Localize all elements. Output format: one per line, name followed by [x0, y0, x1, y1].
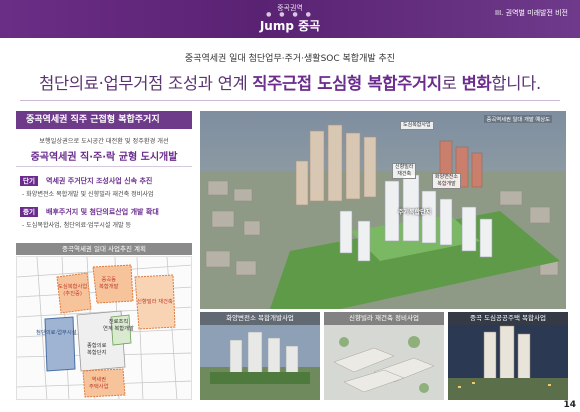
- aerial-callout-a: 도심복합사업: [400, 121, 434, 130]
- thumb-caption: 화양변전소 복합개발사업: [200, 312, 320, 325]
- map-label-d: 진료조직 연계 복합개발: [103, 319, 134, 332]
- map-label-b: 중곡동 복합개발: [99, 277, 119, 290]
- title-end: 합니다.: [491, 74, 541, 93]
- aerial-callout-d: 주거복합단지: [398, 209, 432, 216]
- phase-task-short: 역세권 주거단지 조성사업 신속 추진: [46, 177, 153, 185]
- map-label-a: 도심복합사업 (추진중): [58, 284, 88, 297]
- phase-tag-short: 단기: [20, 176, 38, 186]
- header-banner: 중곡권역 ● ● ● ● Jump 중곡 III. 권역별 미래발전 비전: [0, 0, 580, 38]
- phase-detail-mid: - 도심복합사업, 첨단의료·업무시설 개발 등: [22, 222, 132, 229]
- thumb-sinhyang: 신향빌라 재건축 정비사업: [324, 312, 444, 400]
- divider: [20, 100, 560, 101]
- page-number: 14: [563, 400, 576, 410]
- concept-subtext: 보행일상권으로 도시공간 대전환 및 정주환경 개선: [39, 138, 169, 145]
- thumb-caption: 중곡 도심공공주택 복합사업: [448, 312, 568, 325]
- header-title: Jump 중곡: [259, 19, 321, 33]
- aerial-callout-b: 신향빌라 재건축: [392, 163, 417, 179]
- map-title: 중곡역세권 일대 사업추진 계획: [16, 243, 192, 255]
- aerial-caption: 중곡역세권 일대 개발 예상도: [484, 115, 552, 123]
- aerial-rendering: 중곡역세권 일대 개발 예상도 도심복합사업 신향빌라 재건축 화양변전소 복합…: [200, 111, 566, 309]
- phase-detail-short: - 화양변전소 복합개발 및 신향빌라 재건축 정비사업: [22, 191, 154, 198]
- title-highlight: 직주근접 도심형 복합주거지: [252, 74, 442, 93]
- map-label-e: 첨단의료·업무시설: [36, 330, 77, 336]
- thumb-image: [324, 312, 444, 400]
- thumb-image: [448, 312, 568, 400]
- thumb-junggok: 중곡 도심공공주택 복합사업: [448, 312, 568, 400]
- header-section: III. 권역별 미래발전 비전: [494, 9, 568, 17]
- aerial-illustration: [200, 111, 566, 309]
- divider: [16, 166, 192, 167]
- concept-box-title: 중곡역세권 직주 근접형 복합주거지: [16, 111, 192, 129]
- page-subtitle: 중곡역세권 일대 첨단업무·주거·생활SOC 복합개발 추진: [184, 54, 396, 64]
- phase-task-mid: 배후주거지 및 첨단의료산업 개발 확대: [46, 208, 159, 216]
- map-label-g: 역세권 주택사업: [89, 377, 109, 390]
- phase-tag-mid: 중기: [20, 207, 38, 217]
- page-title: 첨단의료·업무거점 조성과 연계 직주근접 도심형 복합주거지로 변화합니다.: [0, 70, 580, 94]
- project-map: 도심복합사업 (추진중) 중곡동 복합개발 신향빌라 재건축 진료조직 연계 복…: [16, 256, 192, 400]
- aerial-callout-c: 화양변전소 복합개발: [432, 173, 462, 189]
- title-highlight2: 변화: [461, 74, 492, 93]
- concept-heading: 중곡역세권 직·주·락 균형 도시개발: [30, 152, 178, 163]
- map-label-c: 신향빌라 재건축: [137, 299, 173, 305]
- thumb-caption: 신향빌라 재건축 정비사업: [324, 312, 444, 325]
- title-suffix: 로: [441, 74, 462, 93]
- thumb-image: [200, 312, 320, 400]
- thumb-hwayang: 화양변전소 복합개발사업: [200, 312, 320, 400]
- map-label-f: 종합의료 복합단지: [87, 343, 107, 356]
- title-prefix: 첨단의료·업무거점 조성과 연계: [39, 74, 253, 93]
